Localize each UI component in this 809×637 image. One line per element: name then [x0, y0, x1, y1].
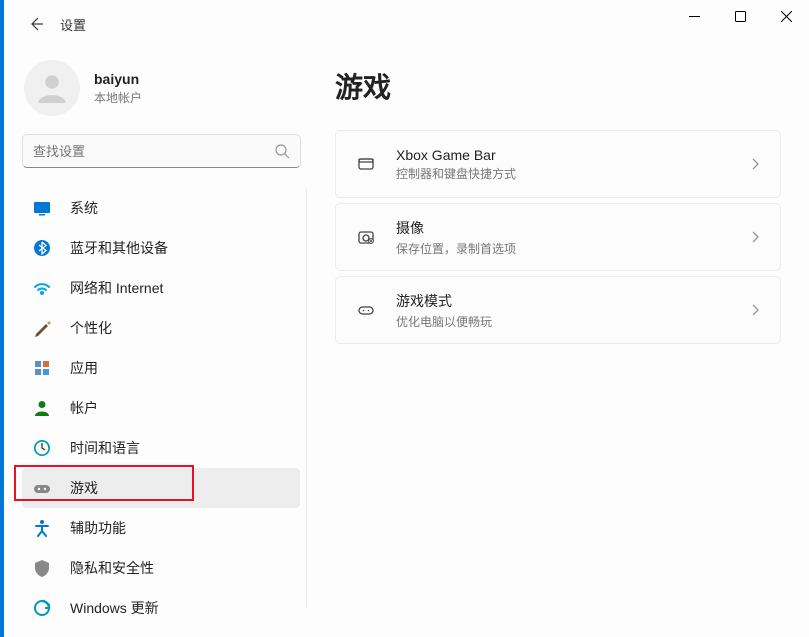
sidebar-item-update[interactable]: Windows 更新 — [22, 588, 300, 628]
sidebar-item-label: 应用 — [70, 358, 98, 378]
shield-icon — [32, 558, 52, 578]
sidebar-item-label: 个性化 — [70, 318, 112, 338]
card-subtitle: 控制器和键盘快捷方式 — [396, 165, 748, 182]
main-content: 游戏 Xbox Game Bar 控制器和键盘快捷方式 摄像 保存位置，录制首选… — [307, 48, 809, 637]
user-account-type: 本地帐户 — [94, 89, 142, 106]
page-title: 游戏 — [335, 66, 781, 106]
bluetooth-icon — [32, 238, 52, 258]
xbox-bar-icon — [354, 152, 378, 176]
apps-icon — [32, 358, 52, 378]
sidebar-item-label: 辅助功能 — [70, 518, 126, 538]
chevron-right-icon — [748, 230, 762, 244]
sidebar-item-label: 隐私和安全性 — [70, 558, 154, 578]
sidebar-item-apps[interactable]: 应用 — [22, 348, 300, 388]
avatar-icon — [34, 70, 70, 106]
wifi-icon — [32, 278, 52, 298]
nav-list: 系统 蓝牙和其他设备 网络和 Internet 个性化 应用 帐户 时间和语言 … — [22, 188, 307, 608]
update-icon — [32, 598, 52, 618]
settings-card-xbox[interactable]: Xbox Game Bar 控制器和键盘快捷方式 — [335, 130, 781, 198]
sidebar-item-label: 系统 — [70, 198, 98, 218]
close-button[interactable] — [763, 0, 809, 32]
window-title: 设置 — [60, 15, 86, 34]
card-title: 摄像 — [396, 218, 748, 238]
monitor-icon — [32, 198, 52, 218]
clock-icon — [32, 438, 52, 458]
sidebar-item-bluetooth[interactable]: 蓝牙和其他设备 — [22, 228, 300, 268]
minimize-button[interactable] — [671, 0, 717, 32]
minimize-icon — [689, 11, 700, 22]
sidebar: baiyun 本地帐户 系统 蓝牙和其他设备 网络和 Internet 个性化 … — [22, 48, 307, 637]
sidebar-item-network[interactable]: 网络和 Internet — [22, 268, 300, 308]
chevron-right-icon — [748, 157, 762, 171]
chevron-right-icon — [748, 303, 762, 317]
back-button[interactable] — [24, 12, 48, 36]
sidebar-item-accounts[interactable]: 帐户 — [22, 388, 300, 428]
sidebar-item-label: 网络和 Internet — [70, 278, 163, 298]
user-account-block[interactable]: baiyun 本地帐户 — [22, 48, 307, 134]
close-icon — [781, 11, 792, 22]
sidebar-item-label: 游戏 — [70, 478, 98, 498]
sidebar-item-label: Windows 更新 — [70, 598, 159, 618]
sidebar-item-system[interactable]: 系统 — [22, 188, 300, 228]
card-subtitle: 保存位置，录制首选项 — [396, 240, 748, 257]
gamepad-icon — [32, 478, 52, 498]
accessibility-icon — [32, 518, 52, 538]
search-icon — [274, 143, 290, 159]
card-subtitle: 优化电脑以便畅玩 — [396, 313, 748, 330]
user-name: baiyun — [94, 71, 142, 87]
sidebar-item-label: 蓝牙和其他设备 — [70, 238, 168, 258]
sidebar-item-privacy[interactable]: 隐私和安全性 — [22, 548, 300, 588]
sidebar-item-label: 时间和语言 — [70, 438, 140, 458]
card-title: Xbox Game Bar — [396, 147, 748, 163]
capture-icon — [354, 225, 378, 249]
gamemode-icon — [354, 298, 378, 322]
sidebar-item-time[interactable]: 时间和语言 — [22, 428, 300, 468]
maximize-icon — [735, 11, 746, 22]
sidebar-item-accessibility[interactable]: 辅助功能 — [22, 508, 300, 548]
avatar — [24, 60, 80, 116]
back-icon — [28, 16, 44, 32]
person-icon — [32, 398, 52, 418]
search-box[interactable] — [22, 134, 301, 168]
maximize-button[interactable] — [717, 0, 763, 32]
card-title: 游戏模式 — [396, 291, 748, 311]
search-input[interactable] — [33, 144, 274, 159]
sidebar-item-label: 帐户 — [70, 398, 98, 418]
sidebar-item-personalization[interactable]: 个性化 — [22, 308, 300, 348]
brush-icon — [32, 318, 52, 338]
settings-card-gamemode[interactable]: 游戏模式 优化电脑以便畅玩 — [335, 276, 781, 344]
settings-card-captures[interactable]: 摄像 保存位置，录制首选项 — [335, 203, 781, 271]
sidebar-item-gaming[interactable]: 游戏 — [22, 468, 300, 508]
